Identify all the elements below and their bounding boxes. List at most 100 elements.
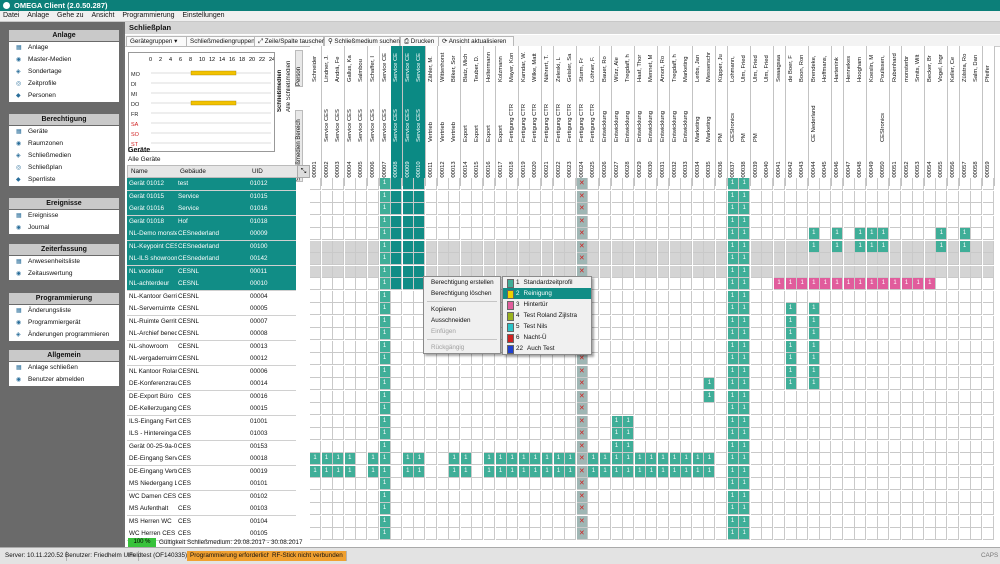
grid-cell[interactable] bbox=[484, 390, 495, 403]
grid-cell[interactable] bbox=[774, 478, 785, 490]
grid-cell[interactable] bbox=[402, 315, 414, 328]
grid-cell[interactable] bbox=[716, 528, 727, 540]
grid-cell[interactable] bbox=[762, 440, 774, 453]
grid-cell[interactable]: ✕ bbox=[576, 453, 588, 465]
grid-cell[interactable] bbox=[460, 178, 472, 190]
grid-cell[interactable]: 1 bbox=[379, 528, 391, 540]
grid-cell[interactable] bbox=[704, 415, 716, 428]
grid-cell[interactable] bbox=[913, 465, 925, 478]
grid-cell[interactable] bbox=[762, 378, 774, 390]
grid-cell[interactable] bbox=[321, 365, 333, 378]
grid-cell[interactable] bbox=[692, 490, 704, 503]
grid-cell[interactable] bbox=[936, 515, 948, 528]
grid-cell[interactable] bbox=[495, 253, 507, 265]
grid-cell[interactable] bbox=[530, 440, 542, 453]
grid-cell[interactable] bbox=[414, 390, 426, 403]
grid-cell[interactable]: ✕ bbox=[576, 390, 588, 403]
grid-cell[interactable] bbox=[785, 203, 797, 215]
grid-cell[interactable] bbox=[762, 465, 774, 478]
grid-cell[interactable] bbox=[936, 178, 948, 190]
grid-cell[interactable] bbox=[472, 415, 484, 428]
grid-cell[interactable] bbox=[716, 340, 727, 353]
grid-cell[interactable] bbox=[750, 465, 762, 478]
grid-cell[interactable] bbox=[808, 503, 820, 515]
grid-cell[interactable] bbox=[716, 465, 727, 478]
media-column-header[interactable]: Lindner, J. Service CES 0000002 bbox=[321, 46, 334, 186]
grid-cell[interactable] bbox=[507, 240, 519, 253]
grid-cell[interactable]: 1 bbox=[565, 465, 577, 478]
grid-cell[interactable] bbox=[878, 253, 890, 265]
grid-cell[interactable] bbox=[982, 378, 994, 390]
grid-cell[interactable] bbox=[890, 515, 901, 528]
grid-cell[interactable] bbox=[982, 515, 994, 528]
grid-cell[interactable] bbox=[866, 503, 878, 515]
grid-cell[interactable] bbox=[855, 340, 867, 353]
grid-cell[interactable] bbox=[321, 340, 333, 353]
grid-cell[interactable] bbox=[692, 440, 704, 453]
grid-cell[interactable] bbox=[634, 290, 646, 303]
grid-cell[interactable] bbox=[959, 453, 971, 465]
grid-cell[interactable]: 1 bbox=[739, 515, 751, 528]
menu-datei[interactable]: Datei bbox=[0, 11, 22, 21]
grid-cell[interactable] bbox=[971, 278, 983, 290]
media-column-header[interactable]: Zeleski, L Fertigung CTR 0000022 bbox=[553, 46, 566, 186]
grid-cell[interactable] bbox=[774, 328, 785, 340]
grid-cell[interactable] bbox=[832, 303, 843, 315]
grid-cell[interactable] bbox=[611, 490, 623, 503]
grid-cell[interactable] bbox=[495, 228, 507, 240]
grid-cell[interactable] bbox=[391, 278, 403, 290]
media-column-header[interactable]: Lohmann, CESIronics 0000037 bbox=[727, 46, 740, 186]
grid-cell[interactable] bbox=[750, 190, 762, 203]
grid-cell[interactable] bbox=[866, 215, 878, 228]
grid-cell[interactable]: 1 bbox=[495, 453, 507, 465]
grid-cell[interactable] bbox=[518, 515, 530, 528]
grid-cell[interactable] bbox=[692, 478, 704, 490]
grid-cell[interactable] bbox=[901, 215, 913, 228]
grid-cell[interactable] bbox=[344, 328, 356, 340]
grid-cell[interactable] bbox=[971, 178, 983, 190]
grid-cell[interactable] bbox=[553, 440, 565, 453]
grid-cell[interactable] bbox=[936, 465, 948, 478]
grid-cell[interactable] bbox=[890, 215, 901, 228]
grid-cell[interactable] bbox=[368, 240, 379, 253]
grid-cell[interactable] bbox=[866, 390, 878, 403]
grid-cell[interactable] bbox=[855, 403, 867, 415]
grid-cell[interactable] bbox=[948, 365, 959, 378]
grid-cell[interactable]: 1 bbox=[379, 515, 391, 528]
grid-cell[interactable] bbox=[924, 365, 936, 378]
grid-cell[interactable] bbox=[901, 315, 913, 328]
grid-cell[interactable] bbox=[344, 390, 356, 403]
grid-cell[interactable] bbox=[449, 478, 461, 490]
grid-cell[interactable] bbox=[623, 253, 635, 265]
grid-cell[interactable] bbox=[368, 265, 379, 278]
grid-cell[interactable] bbox=[600, 365, 611, 378]
grid-cell[interactable] bbox=[843, 378, 855, 390]
grid-cell[interactable] bbox=[553, 428, 565, 440]
grid-cell[interactable] bbox=[623, 478, 635, 490]
grid-cell[interactable] bbox=[913, 265, 925, 278]
grid-cell[interactable] bbox=[971, 365, 983, 378]
grid-cell[interactable] bbox=[321, 190, 333, 203]
grid-cell[interactable] bbox=[762, 390, 774, 403]
grid-cell[interactable] bbox=[611, 503, 623, 515]
grid-cell[interactable] bbox=[866, 440, 878, 453]
grid-cell[interactable] bbox=[971, 440, 983, 453]
grid-cell[interactable] bbox=[890, 453, 901, 465]
grid-cell[interactable] bbox=[495, 428, 507, 440]
media-column-header[interactable]: Becker, Br 0000054 bbox=[924, 46, 937, 186]
grid-cell[interactable] bbox=[774, 340, 785, 353]
grid-cell[interactable] bbox=[982, 340, 994, 353]
device-row[interactable]: DE-Kellerzugang L CES 00015 bbox=[127, 403, 296, 416]
grid-cell[interactable] bbox=[681, 478, 693, 490]
grid-cell[interactable] bbox=[402, 378, 414, 390]
grid-cell[interactable] bbox=[565, 253, 577, 265]
grid-cell[interactable] bbox=[832, 203, 843, 215]
grid-cell[interactable] bbox=[948, 403, 959, 415]
grid-cell[interactable] bbox=[553, 240, 565, 253]
grid-cell[interactable] bbox=[797, 240, 809, 253]
grid-cell[interactable]: 1 bbox=[379, 490, 391, 503]
grid-cell[interactable]: 1 bbox=[808, 353, 820, 365]
grid-cell[interactable] bbox=[321, 278, 333, 290]
grid-cell[interactable] bbox=[948, 215, 959, 228]
grid-cell[interactable] bbox=[890, 478, 901, 490]
